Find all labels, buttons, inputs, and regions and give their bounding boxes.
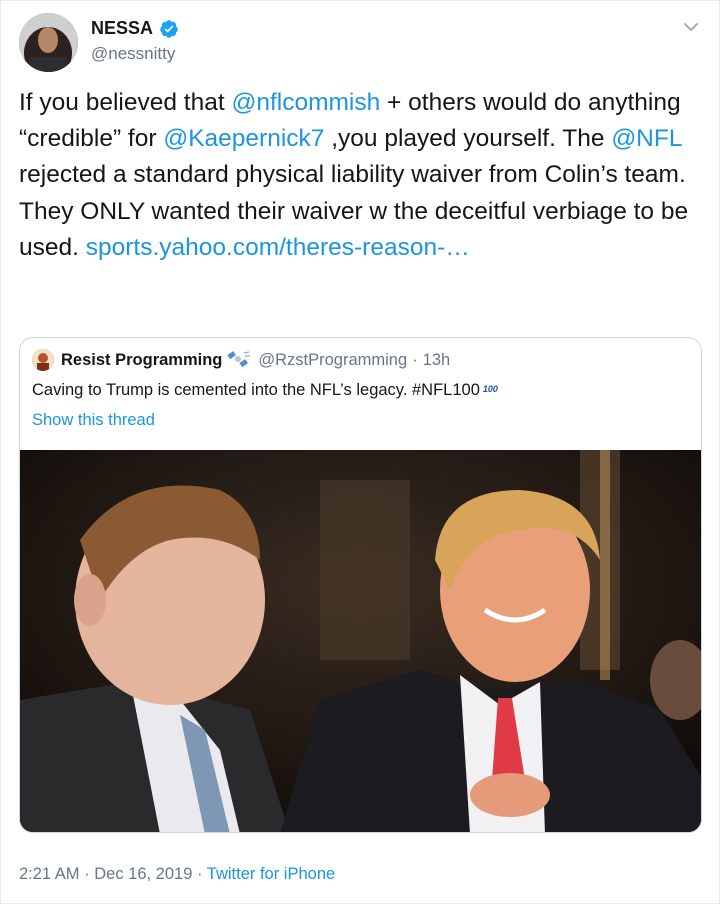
separator-dot: ·: [196, 865, 203, 883]
author-handle[interactable]: @nessnitty: [91, 44, 175, 64]
tweet-meta: 2:21 AM · Dec 16, 2019 · Twitter for iPh…: [19, 865, 335, 884]
verified-badge-icon: [160, 19, 178, 38]
separator-dot: ·: [84, 865, 90, 883]
tweet-card: NESSA @nessnitty If you believed that @n…: [0, 0, 720, 904]
separator-dot: ·: [412, 350, 418, 369]
quoted-author-name[interactable]: Resist Programming: [61, 351, 222, 370]
tweet-text-segment: ,you played yourself. The: [324, 125, 612, 153]
quoted-tweet-photo[interactable]: [20, 450, 701, 832]
quoted-author-handle[interactable]: @RzstProgramming: [258, 351, 407, 370]
quoted-tweet-time[interactable]: 13h: [423, 351, 451, 370]
nfl100-hashflag-icon: 100: [482, 384, 498, 394]
author-avatar[interactable]: [19, 13, 78, 72]
show-thread-link[interactable]: Show this thread: [32, 411, 155, 430]
author-name[interactable]: NESSA: [91, 18, 179, 39]
quoted-tweet-header: Resist Programming @RzstProgramming · 13…: [32, 349, 450, 371]
photo-illustration: [20, 450, 701, 832]
url-link[interactable]: sports.yahoo.com/theres-reason-…: [86, 234, 470, 261]
quoted-author-avatar[interactable]: [32, 349, 54, 371]
author-name-text[interactable]: NESSA: [91, 18, 153, 39]
quoted-tweet-text-content: Caving to Trump is cemented into the NFL…: [32, 381, 480, 399]
mention-link[interactable]: @NFL: [611, 125, 681, 152]
chevron-down-icon[interactable]: [681, 17, 701, 37]
mention-link[interactable]: @Kaepernick7: [163, 125, 324, 152]
tweet-text-segment: If you believed that: [19, 89, 232, 116]
mention-link[interactable]: @nflcommish: [231, 89, 380, 116]
tweet-time[interactable]: 2:21 AM: [19, 865, 80, 883]
quoted-tweet[interactable]: Resist Programming @RzstProgramming · 13…: [19, 337, 702, 833]
satellite-emoji-icon: [227, 351, 251, 368]
tweet-text: If you believed that @nflcommish + other…: [19, 85, 709, 266]
tweet-date[interactable]: Dec 16, 2019: [94, 865, 192, 883]
tweet-source-link[interactable]: Twitter for iPhone: [207, 865, 335, 883]
quoted-tweet-text: Caving to Trump is cemented into the NFL…: [32, 381, 498, 400]
